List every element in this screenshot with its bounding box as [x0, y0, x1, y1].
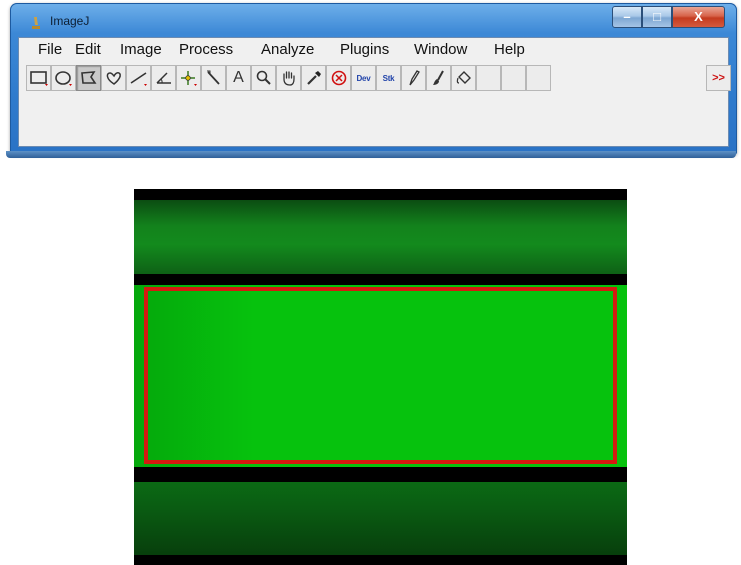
- brush-tool[interactable]: [426, 65, 451, 91]
- point-tool[interactable]: [176, 65, 201, 91]
- menu-window[interactable]: Window: [414, 41, 467, 58]
- minimize-icon: –: [623, 9, 631, 24]
- line-icon: [130, 72, 147, 86]
- polygon-icon: [80, 71, 96, 84]
- top-channel-band: [134, 200, 627, 274]
- window-frame-bottom: [6, 151, 736, 158]
- maximize-button[interactable]: □: [642, 6, 672, 28]
- toolbar: A Dev Stk >>: [26, 65, 731, 93]
- dev-icon: Dev: [356, 73, 371, 83]
- flood-fill-tool[interactable]: [451, 65, 476, 91]
- wand-icon: [206, 70, 220, 85]
- text-icon: A: [233, 69, 244, 86]
- menu-help[interactable]: Help: [494, 41, 525, 58]
- hand-icon: [282, 71, 295, 86]
- rectangle-icon: [29, 71, 48, 86]
- stack-menu[interactable]: Stk: [376, 65, 401, 91]
- empty-slot-1: [476, 65, 501, 91]
- window-title: ImageJ: [50, 14, 90, 28]
- line-tool[interactable]: [126, 65, 151, 91]
- microscope-icon: [32, 17, 40, 29]
- rectangle-tool[interactable]: [26, 65, 51, 91]
- bottom-channel-band: [134, 482, 627, 555]
- oval-tool[interactable]: [51, 65, 76, 91]
- freehand-tool[interactable]: [101, 65, 126, 91]
- developer-menu[interactable]: Dev: [351, 65, 376, 91]
- hand-tool[interactable]: [276, 65, 301, 91]
- point-icon: [180, 71, 197, 86]
- magnifier-icon: [256, 70, 271, 85]
- fluorescence-image[interactable]: [134, 189, 627, 565]
- close-icon: X: [694, 9, 703, 24]
- pencil-icon: [408, 70, 420, 86]
- close-button[interactable]: X: [672, 6, 725, 28]
- wand-tool[interactable]: [201, 65, 226, 91]
- clear-tool[interactable]: [326, 65, 351, 91]
- pencil-tool[interactable]: [401, 65, 426, 91]
- dropper-icon: [306, 71, 321, 85]
- roi-rectangle[interactable]: [144, 287, 617, 464]
- menu-plugins[interactable]: Plugins: [340, 41, 389, 58]
- stk-icon: Stk: [382, 73, 395, 83]
- empty-slot-3: [526, 65, 551, 91]
- imagej-window: ImageJ – □ X File Edit Image Process Ana…: [10, 3, 737, 155]
- freehand-icon: [106, 72, 121, 85]
- dropper-tool[interactable]: [301, 65, 326, 91]
- menu-image[interactable]: Image: [120, 41, 162, 58]
- menu-file[interactable]: File: [38, 41, 62, 58]
- double-chevron-icon: >>: [712, 72, 725, 84]
- status-bar: [25, 100, 722, 140]
- polygon-tool[interactable]: [76, 65, 101, 91]
- more-tools[interactable]: >>: [706, 65, 731, 91]
- oval-icon: [54, 71, 72, 86]
- bucket-icon: [456, 71, 471, 84]
- zoom-tool[interactable]: [251, 65, 276, 91]
- brush-icon: [432, 70, 444, 85]
- window-client: File Edit Image Process Analyze Plugins …: [18, 37, 731, 147]
- angle-tool[interactable]: [151, 65, 176, 91]
- menu-bar: File Edit Image Process Analyze Plugins …: [19, 38, 728, 62]
- menu-process[interactable]: Process: [179, 41, 233, 58]
- minimize-button[interactable]: –: [612, 6, 642, 28]
- stop-icon: [331, 70, 346, 86]
- empty-slot-2: [501, 65, 526, 91]
- menu-analyze[interactable]: Analyze: [261, 41, 314, 58]
- text-tool[interactable]: A: [226, 65, 251, 91]
- menu-edit[interactable]: Edit: [75, 41, 101, 58]
- angle-icon: [155, 72, 171, 84]
- maximize-icon: □: [653, 9, 661, 24]
- title-bar[interactable]: ImageJ – □ X: [10, 3, 737, 37]
